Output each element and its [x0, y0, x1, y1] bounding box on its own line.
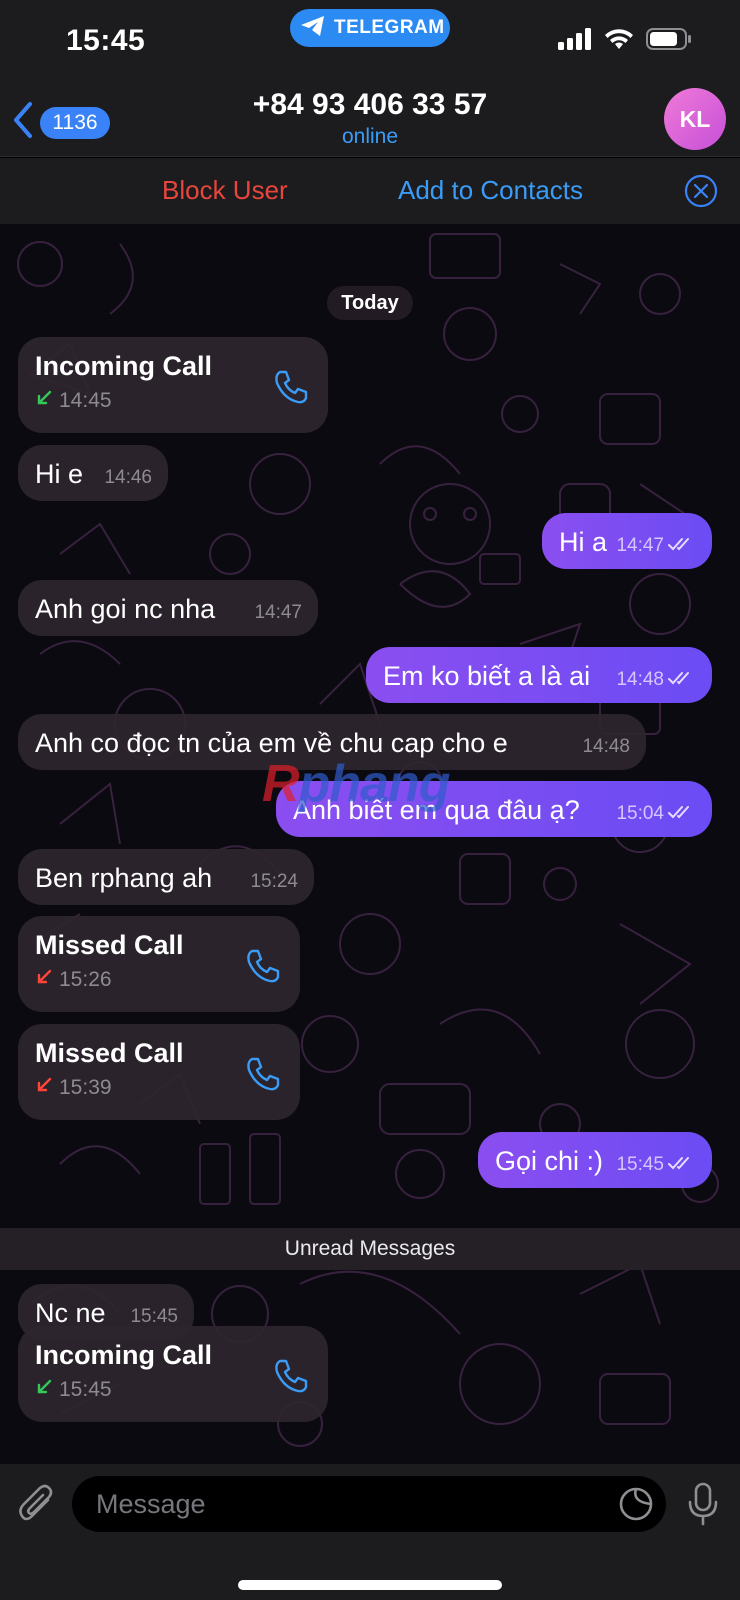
message-bubble-out[interactable]: Hi a 14:47 [542, 513, 712, 569]
status-time: 15:45 [66, 24, 146, 57]
close-circle-icon[interactable] [684, 174, 718, 213]
telegram-pill[interactable]: TELEGRAM [290, 9, 450, 47]
wifi-icon [604, 28, 634, 55]
contact-action-bar: Block User Add to Contacts [0, 158, 740, 224]
message-text: Gọi chi :) [495, 1146, 604, 1176]
chat-title[interactable]: +84 93 406 33 57 [0, 88, 740, 122]
telegram-plane-icon [300, 15, 326, 42]
message-meta: 14:48 [616, 669, 694, 691]
message-bubble-in[interactable]: Ben rphang ah 15:24 [18, 849, 314, 905]
read-checks-icon [668, 1154, 694, 1176]
paperclip-icon[interactable] [18, 1482, 58, 1533]
message-time: 14:48 [616, 669, 664, 690]
message-bubble-in[interactable]: Anh goi nc nha 14:47 [18, 580, 318, 636]
microphone-icon[interactable] [686, 1482, 720, 1531]
message-time: 14:48 [582, 736, 630, 757]
chat-status: online [341, 125, 399, 148]
read-checks-icon [668, 535, 694, 557]
message-time: 15:24 [250, 871, 298, 892]
call-arrow-icon [35, 389, 53, 413]
call-arrow-icon [35, 1378, 53, 1402]
call-bubble[interactable]: Missed Call 15:26 [18, 916, 300, 1012]
message-bubble-out[interactable]: Gọi chi :) 15:45 [478, 1132, 712, 1188]
chat-area[interactable]: Today Incoming Call 14:45 Hi e 14:46 Hi … [0, 224, 740, 1464]
message-time: 15:04 [616, 803, 664, 824]
call-time-text: 15:26 [59, 968, 112, 991]
call-time-text: 14:45 [59, 389, 112, 412]
date-separator: Today [327, 286, 413, 320]
message-time: 14:47 [616, 535, 664, 556]
sticker-icon[interactable] [618, 1486, 654, 1527]
message-time: 15:45 [616, 1154, 664, 1175]
message-text: Hi a [559, 527, 608, 557]
call-title: Incoming Call [35, 1340, 213, 1370]
call-title: Missed Call [35, 930, 184, 960]
signal-icon [558, 28, 592, 55]
phone-icon[interactable] [270, 367, 310, 414]
message-meta: 15:04 [616, 803, 694, 825]
message-bubble-in[interactable]: Hi e 14:46 [18, 445, 168, 501]
call-arrow-icon [35, 1076, 53, 1100]
read-checks-icon [668, 669, 694, 691]
home-indicator [238, 1580, 502, 1590]
call-time: 14:45 [35, 389, 112, 413]
call-title: Missed Call [35, 1038, 184, 1068]
call-bubble[interactable]: Missed Call 15:39 [18, 1024, 300, 1120]
phone-icon[interactable] [242, 1054, 282, 1101]
status-bar: 15:45 TELEGRAM [0, 0, 740, 80]
call-time-text: 15:39 [59, 1076, 112, 1099]
call-time-text: 15:45 [59, 1378, 112, 1401]
message-time: 14:46 [104, 467, 152, 488]
call-time: 15:26 [35, 968, 112, 992]
message-input[interactable] [72, 1476, 666, 1532]
call-title: Incoming Call [35, 351, 213, 381]
message-text: Em ko biết a là ai [383, 661, 591, 691]
add-to-contacts-button[interactable]: Add to Contacts [398, 175, 583, 206]
unread-messages-separator: Unread Messages [0, 1228, 740, 1270]
message-meta: 14:47 [616, 535, 694, 557]
message-text: Nc ne [35, 1298, 106, 1328]
call-arrow-icon [35, 968, 53, 992]
telegram-pill-label: TELEGRAM [334, 17, 445, 38]
block-user-button[interactable]: Block User [162, 175, 288, 206]
message-composer [0, 1464, 740, 1600]
message-text: Hi e [35, 459, 84, 489]
watermark: Rphang [262, 755, 451, 813]
chat-header: 1136 +84 93 406 33 57 online KL [0, 80, 740, 157]
avatar[interactable]: KL [664, 88, 726, 150]
message-text: Anh goi nc nha [35, 594, 216, 624]
call-bubble[interactable]: Incoming Call 15:45 [18, 1326, 328, 1422]
call-time: 15:39 [35, 1076, 112, 1100]
status-icons [558, 28, 692, 55]
read-checks-icon [668, 803, 694, 825]
call-time: 15:45 [35, 1378, 112, 1402]
message-meta: 15:45 [616, 1154, 694, 1176]
message-time: 15:45 [130, 1306, 178, 1327]
call-bubble[interactable]: Incoming Call 14:45 [18, 337, 328, 433]
message-bubble-out[interactable]: Em ko biết a là ai 14:48 [366, 647, 712, 703]
message-time: 14:47 [254, 602, 302, 623]
battery-icon [646, 28, 692, 55]
phone-icon[interactable] [242, 946, 282, 993]
phone-icon[interactable] [270, 1356, 310, 1403]
message-text: Ben rphang ah [35, 863, 213, 893]
